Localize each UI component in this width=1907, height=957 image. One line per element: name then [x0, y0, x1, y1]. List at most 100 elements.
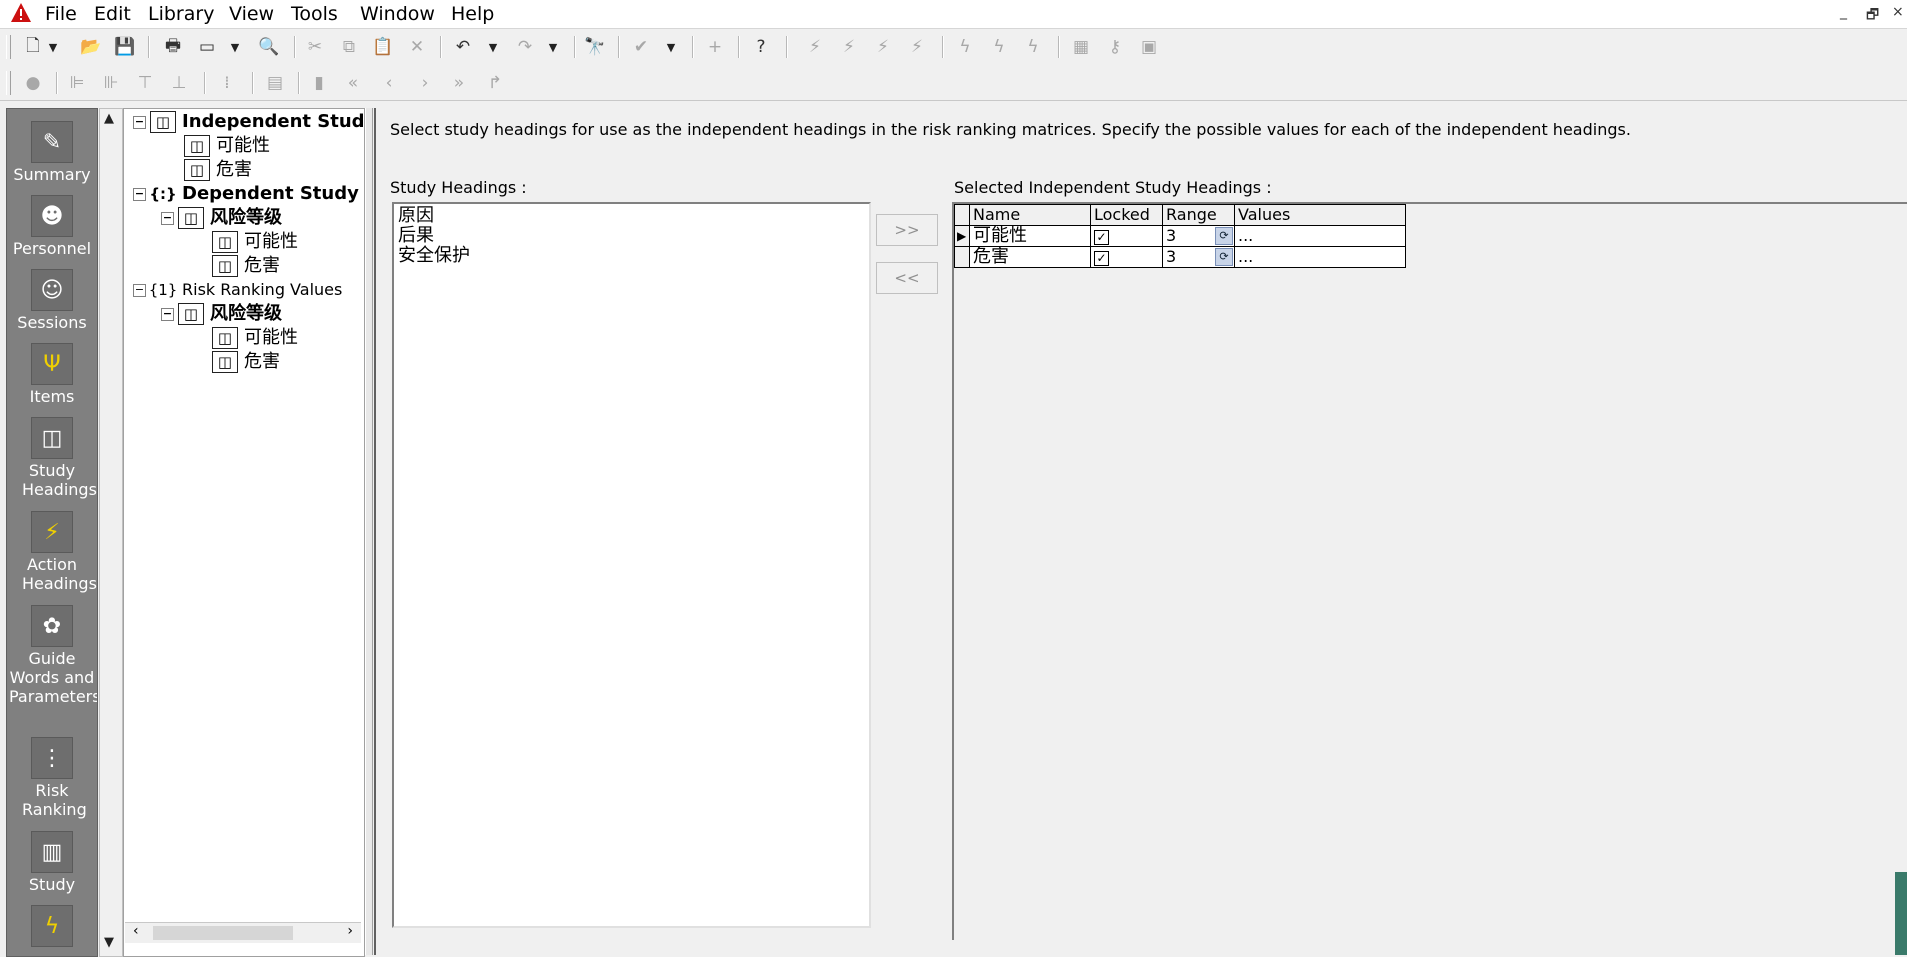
- grid-cell-locked[interactable]: ✓: [1090, 246, 1163, 268]
- scroll-left-icon[interactable]: ‹: [133, 923, 139, 939]
- menu-help[interactable]: Help: [451, 3, 494, 25]
- goto-icon[interactable]: ↱: [482, 71, 508, 95]
- last-icon[interactable]: »: [446, 71, 472, 95]
- link-add-icon[interactable]: ⚡: [836, 35, 862, 59]
- grid-cell-name[interactable]: 可能性: [969, 225, 1091, 247]
- shortcut-summary[interactable]: ✎ Summary: [7, 121, 97, 184]
- action-remove-icon[interactable]: ϟ: [1020, 35, 1046, 59]
- tree-node-hazard-3[interactable]: ◫ 危害: [212, 351, 280, 373]
- action-icon[interactable]: ϟ: [952, 35, 978, 59]
- splitter[interactable]: [365, 108, 373, 955]
- menu-edit[interactable]: Edit: [94, 3, 131, 25]
- tree-node-risk-level-1[interactable]: − ◫ 风险等级: [161, 207, 282, 229]
- collapse-icon[interactable]: −: [161, 307, 174, 321]
- tree-node-likelihood-3[interactable]: ◫ 可能性: [212, 327, 298, 349]
- previous-icon[interactable]: ‹: [376, 71, 402, 95]
- undo-icon[interactable]: ↶: [450, 35, 476, 59]
- print-icon[interactable]: 🖶: [160, 35, 186, 59]
- column-header-range[interactable]: Range: [1162, 204, 1235, 226]
- redo-icon[interactable]: ↷: [512, 35, 538, 59]
- find-icon[interactable]: 🔭: [582, 35, 608, 59]
- cut-icon[interactable]: ✂: [302, 35, 328, 59]
- shortcut-guide-words[interactable]: ✿ Guide Words and Parameters: [7, 605, 97, 706]
- tree-node-dependent[interactable]: − {:} Dependent Study He: [133, 183, 364, 205]
- menu-view[interactable]: View: [229, 3, 274, 25]
- range-spin-icon[interactable]: ⟳: [1215, 227, 1233, 245]
- help-icon[interactable]: ?: [748, 35, 774, 59]
- shortcut-study[interactable]: ▥ Study: [7, 831, 97, 894]
- shortcut-scrollbar[interactable]: ▲ ▼: [99, 108, 123, 957]
- collapse-icon[interactable]: −: [133, 283, 146, 297]
- list-item[interactable]: 后果: [398, 226, 434, 246]
- tree-node-risk-level-2[interactable]: − ◫ 风险等级: [161, 303, 282, 325]
- shortcut-action[interactable]: ϟ: [7, 905, 97, 949]
- grid-cell-values[interactable]: ...: [1234, 225, 1406, 247]
- bookmark-icon[interactable]: ▮: [306, 71, 332, 95]
- grid-cell-range[interactable]: 3 ⟳: [1162, 225, 1235, 247]
- shortcut-study-headings[interactable]: ◫ Study Headings: [7, 417, 97, 499]
- collapse-icon[interactable]: −: [161, 211, 174, 225]
- undo-dropdown-icon[interactable]: ▼: [486, 35, 500, 59]
- paste-icon[interactable]: 📋: [370, 35, 396, 59]
- toolbar-grip[interactable]: [6, 71, 11, 95]
- key-icon[interactable]: ⚷: [1102, 35, 1128, 59]
- menu-tools[interactable]: Tools: [291, 3, 338, 25]
- tree-node-independent[interactable]: − ◫ Independent Study H: [133, 111, 364, 133]
- grid-cell-range[interactable]: 3 ⟳: [1162, 246, 1235, 268]
- minimize-button[interactable]: _: [1840, 4, 1847, 20]
- action-edit-icon[interactable]: ϟ: [986, 35, 1012, 59]
- link-icon[interactable]: ⚡: [802, 35, 828, 59]
- link-remove-icon[interactable]: ⚡: [904, 35, 930, 59]
- link-edit-icon[interactable]: ⚡: [870, 35, 896, 59]
- page-setup-dropdown-icon[interactable]: ▼: [228, 35, 242, 59]
- tree-node-hazard-2[interactable]: ◫ 危害: [212, 255, 280, 277]
- scroll-thumb[interactable]: [153, 926, 293, 940]
- close-button[interactable]: ×: [1892, 4, 1904, 20]
- print-preview-icon[interactable]: 🔍: [256, 35, 282, 59]
- shortcut-personnel[interactable]: ☻ Personnel: [7, 195, 97, 258]
- next-icon[interactable]: ›: [412, 71, 438, 95]
- align-top-icon[interactable]: ⊤: [132, 71, 158, 95]
- locked-checkbox[interactable]: ✓: [1094, 251, 1109, 266]
- form-icon[interactable]: ▤: [262, 71, 288, 95]
- spell-check-icon[interactable]: ✔: [628, 35, 654, 59]
- tree-horizontal-scrollbar[interactable]: ‹ ›: [125, 922, 361, 943]
- menu-library[interactable]: Library: [148, 3, 214, 25]
- tree-node-hazard-1[interactable]: ◫ 危害: [184, 159, 252, 181]
- grid-cell-locked[interactable]: ✓: [1090, 225, 1163, 247]
- collapse-icon[interactable]: −: [133, 187, 146, 201]
- restore-button[interactable]: 🗗: [1866, 4, 1879, 28]
- tree-node-likelihood-2[interactable]: ◫ 可能性: [212, 231, 298, 253]
- locked-checkbox[interactable]: ✓: [1094, 230, 1109, 245]
- open-folder-icon[interactable]: 📂: [78, 35, 104, 59]
- align-left-icon[interactable]: ⊫: [64, 71, 90, 95]
- record-icon[interactable]: ●: [20, 71, 46, 95]
- tree-node-likelihood-1[interactable]: ◫ 可能性: [184, 135, 270, 157]
- warning-triangle-icon[interactable]: [10, 2, 32, 24]
- add-heading-button[interactable]: >>: [876, 214, 938, 246]
- resize-grip[interactable]: [1895, 872, 1907, 955]
- column-header-locked[interactable]: Locked: [1090, 204, 1163, 226]
- first-icon[interactable]: «: [340, 71, 366, 95]
- tree-node-risk-ranking-values[interactable]: − {1} Risk Ranking Values: [133, 279, 342, 301]
- remove-heading-button[interactable]: <<: [876, 262, 938, 294]
- range-spin-icon[interactable]: ⟳: [1215, 248, 1233, 266]
- new-document-icon[interactable]: 🗋: [20, 35, 46, 59]
- add-icon[interactable]: +: [702, 35, 728, 59]
- save-icon[interactable]: 💾: [112, 35, 138, 59]
- list-item[interactable]: 安全保护: [398, 246, 470, 266]
- grid-cell-name[interactable]: 危害: [969, 246, 1091, 268]
- scroll-up-icon[interactable]: ▲: [104, 111, 114, 126]
- menu-file[interactable]: File: [45, 3, 77, 25]
- shortcut-action-headings[interactable]: ⚡ Action Headings: [7, 511, 97, 593]
- new-dropdown-icon[interactable]: ▼: [46, 35, 60, 59]
- page-setup-icon[interactable]: ▭: [194, 35, 220, 59]
- align-right-icon[interactable]: ⊪: [98, 71, 124, 95]
- grid-cell-values[interactable]: ...: [1234, 246, 1406, 268]
- list-item[interactable]: 原因: [398, 206, 434, 226]
- align-bottom-icon[interactable]: ⊥: [166, 71, 192, 95]
- scroll-right-icon[interactable]: ›: [347, 923, 353, 939]
- shortcut-sessions[interactable]: ☺ Sessions: [7, 269, 97, 332]
- collapse-icon[interactable]: −: [133, 115, 146, 129]
- delete-icon[interactable]: ✕: [404, 35, 430, 59]
